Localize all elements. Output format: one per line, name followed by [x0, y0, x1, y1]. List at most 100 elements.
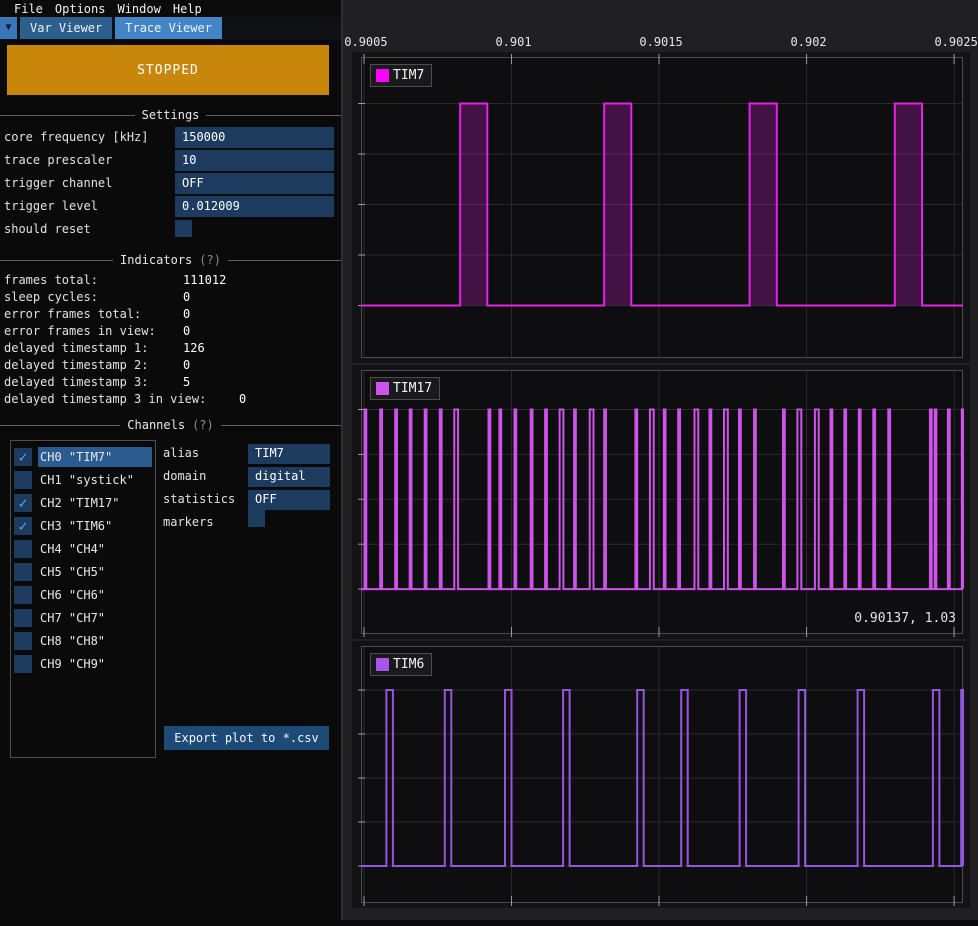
setting-row: trace prescaler10 [0, 149, 341, 172]
channel-checkbox[interactable] [14, 517, 32, 535]
plot-panel: 0.90050.9010.90150.9020.9025 TIM7 TIM17 … [341, 0, 978, 920]
setting-input[interactable]: 0.012009 [175, 196, 334, 217]
setting-label: trigger level [4, 199, 98, 213]
channel-listbox[interactable]: CH0 "TIM7"CH1 "systick" CH2 "TIM17" CH3 "T… [10, 440, 156, 758]
legend-label: TIM17 [393, 381, 432, 396]
plot-tim17[interactable]: TIM17 0.90137, 1.03 [352, 365, 970, 639]
channel-row[interactable]: CH6 "CH6" [11, 583, 155, 606]
stopped-button[interactable]: STOPPED [7, 45, 329, 95]
divider [206, 115, 341, 116]
help-icon[interactable]: (?) [192, 418, 214, 432]
channel-checkbox[interactable] [14, 655, 32, 673]
indicator-label: delayed timestamp 2: [4, 358, 149, 372]
channel-checkbox[interactable] [14, 494, 32, 512]
menu-item-file[interactable]: File [8, 2, 49, 16]
channel-label: CH6 "CH6" [38, 585, 152, 605]
channel-checkbox[interactable] [14, 563, 32, 581]
legend-tim6[interactable]: TIM6 [370, 653, 432, 676]
indicator-rows: frames total:111012sleep cycles:0error f… [0, 272, 341, 408]
should-reset-checkbox[interactable] [175, 220, 192, 237]
legend-label: TIM7 [393, 68, 424, 83]
channel-row[interactable]: CH7 "CH7" [11, 606, 155, 629]
domain-select[interactable]: digital [248, 467, 330, 487]
indicator-value: 0 [183, 324, 190, 338]
legend-swatch-icon [376, 69, 389, 82]
channel-row[interactable]: CH1 "systick" [11, 468, 155, 491]
setting-input[interactable]: 10 [175, 150, 334, 171]
channels-header: Channels (?) [0, 418, 341, 432]
menu-item-help[interactable]: Help [167, 2, 208, 16]
setting-label: trigger channel [4, 176, 112, 190]
channel-label: CH3 "TIM6" [38, 516, 152, 536]
setting-input[interactable]: 150000 [175, 127, 334, 148]
channel-label: CH1 "systick" [38, 470, 152, 490]
plot-tim6[interactable]: TIM6 [352, 641, 970, 908]
setting-row: should reset [0, 218, 341, 241]
channel-label: CH5 "CH5" [38, 562, 152, 582]
indicator-value: 0 [239, 392, 246, 406]
channel-row[interactable]: CH5 "CH5" [11, 560, 155, 583]
channel-row[interactable]: CH8 "CH8" [11, 629, 155, 652]
menubar: FileOptionsWindowHelp [0, 0, 341, 17]
menu-item-window[interactable]: Window [111, 2, 166, 16]
indicator-row: error frames total:0 [0, 306, 341, 323]
legend-label: TIM6 [393, 657, 424, 672]
indicator-label: delayed timestamp 3 in view: [4, 392, 206, 406]
channel-label: CH2 "TIM17" [38, 493, 152, 513]
legend-tim7[interactable]: TIM7 [370, 64, 432, 87]
divider [0, 115, 135, 116]
channel-label: CH9 "CH9" [38, 654, 152, 674]
collapse-arrow-icon: ▼ [5, 23, 11, 33]
divider [221, 425, 341, 426]
channel-row[interactable]: CH2 "TIM17" [11, 491, 155, 514]
setting-select[interactable]: OFF [175, 173, 334, 194]
indicator-row: frames total:111012 [0, 272, 341, 289]
indicator-value: 0 [183, 290, 190, 304]
indicator-value: 0 [183, 307, 190, 321]
channel-checkbox[interactable] [14, 471, 32, 489]
tabbar: ▼ Var ViewerTrace Viewer [0, 17, 341, 40]
indicator-value: 111012 [183, 273, 226, 287]
indicator-label: error frames in view: [4, 324, 156, 338]
setting-row: core frequency [kHz] 150000 [0, 126, 341, 149]
cursor-position-readout: 0.90137, 1.03 [854, 611, 956, 626]
x-tick-label: 0.9025 [934, 35, 977, 49]
channel-checkbox[interactable] [14, 540, 32, 558]
settings-rows: core frequency [kHz] 150000trace prescale… [0, 126, 341, 241]
channel-checkbox[interactable] [14, 448, 32, 466]
help-icon[interactable]: (?) [199, 253, 221, 267]
settings-header-label: Settings [142, 108, 200, 122]
indicator-label: delayed timestamp 3: [4, 375, 149, 389]
indicator-row: delayed timestamp 3 in view: 0 [0, 391, 341, 408]
alias-input[interactable]: TIM7 [248, 444, 330, 464]
markers-checkbox[interactable] [248, 510, 265, 527]
plot-tim7[interactable]: TIM7 [352, 52, 970, 363]
left-panel: STOPPED Settings core frequency [kHz] 150… [0, 40, 341, 926]
channel-checkbox[interactable] [14, 632, 32, 650]
menu-item-options[interactable]: Options [49, 2, 112, 16]
channel-label: CH4 "CH4" [38, 539, 152, 559]
channel-label: CH7 "CH7" [38, 608, 152, 628]
collapse-tabs-button[interactable]: ▼ [0, 17, 17, 39]
indicator-value: 126 [183, 341, 205, 355]
channels-header-label: Channels [127, 418, 185, 432]
x-tick-label: 0.902 [791, 35, 827, 49]
legend-swatch-icon [376, 382, 389, 395]
channel-row[interactable]: CH3 "TIM6" [11, 514, 155, 537]
legend-tim17[interactable]: TIM17 [370, 377, 440, 400]
setting-row: trigger level 0.012009 [0, 195, 341, 218]
indicator-row: error frames in view: 0 [0, 323, 341, 340]
statistics-select[interactable]: OFF [248, 490, 330, 510]
channel-row[interactable]: CH9 "CH9" [11, 652, 155, 675]
channel-row[interactable]: CH4 "CH4" [11, 537, 155, 560]
channel-checkbox[interactable] [14, 609, 32, 627]
channel-checkbox[interactable] [14, 586, 32, 604]
indicator-row: delayed timestamp 1:126 [0, 340, 341, 357]
channel-row[interactable]: CH0 "TIM7" [11, 445, 155, 468]
tab-trace-viewer[interactable]: Trace Viewer [115, 17, 222, 39]
alias-label: alias [163, 446, 199, 460]
setting-label: core frequency [kHz] [4, 130, 149, 144]
x-tick-label: 0.9005 [344, 35, 387, 49]
export-csv-button[interactable]: Export plot to *.csv [164, 726, 329, 750]
tab-var-viewer[interactable]: Var Viewer [20, 17, 112, 39]
